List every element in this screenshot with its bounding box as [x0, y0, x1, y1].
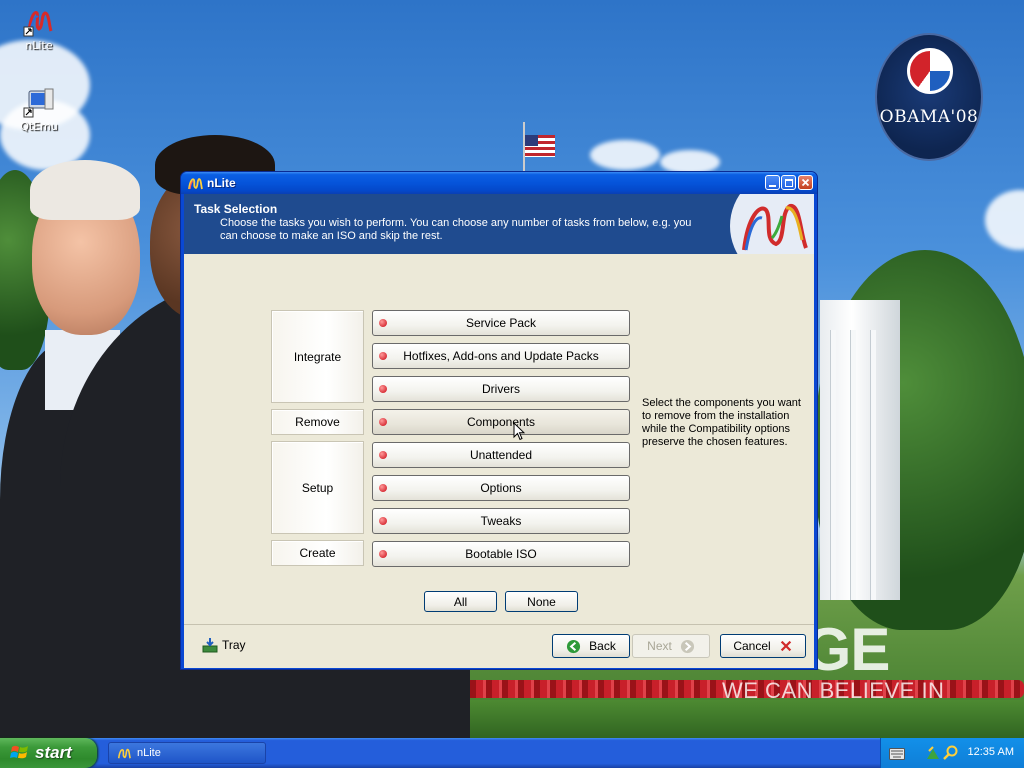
desktop-icon-qtemu[interactable]: QtEmu	[9, 86, 69, 133]
column	[830, 330, 836, 600]
task-drivers-button[interactable]: Drivers	[372, 376, 630, 402]
start-label: start	[35, 743, 72, 762]
window-titlebar[interactable]: nLite	[181, 172, 817, 194]
task-tweaks-button[interactable]: Tweaks	[372, 508, 630, 534]
task-status-dot-icon	[379, 484, 387, 492]
task-label: Tweaks	[480, 514, 522, 528]
cancel-label: Cancel	[733, 639, 771, 653]
logo-emblem	[907, 48, 953, 94]
task-options-button[interactable]: Options	[372, 475, 630, 501]
group-label: Setup	[301, 480, 334, 495]
us-flag-canton	[525, 135, 538, 146]
nlite-icon	[23, 11, 53, 37]
group-label: Create	[299, 546, 336, 560]
taskbar: start nLite 12:35 AM	[0, 738, 1024, 768]
logo-text: OBAMA'08	[879, 107, 979, 127]
page-description: Choose the tasks you wish to perform. Yo…	[220, 217, 692, 242]
maximize-icon	[785, 179, 793, 187]
task-status-dot-icon	[379, 550, 387, 558]
page-title: Task Selection	[194, 202, 278, 216]
task-service-pack-button[interactable]: Service Pack	[372, 310, 630, 336]
task-status-dot-icon	[379, 517, 387, 525]
task-components-button[interactable]: Components	[372, 409, 630, 441]
task-label: Bootable ISO	[465, 547, 537, 561]
desktop-icon-label: QtEmu	[20, 120, 58, 133]
minimize-icon	[769, 185, 776, 187]
task-label: Service Pack	[465, 316, 537, 330]
back-button[interactable]: Back	[552, 634, 630, 658]
task-unattended-button[interactable]: Unattended	[372, 442, 630, 468]
taskbar-item-label: nLite	[137, 747, 161, 759]
task-status-dot-icon	[379, 451, 387, 459]
group-create: Create	[271, 540, 364, 566]
tray-icon	[202, 638, 218, 653]
tray-button[interactable]: Tray	[202, 637, 246, 653]
task-status-dot-icon	[379, 385, 387, 393]
desktop-icon-label: nLite	[25, 39, 53, 52]
group-setup: Setup	[271, 441, 364, 534]
task-status-dot-icon	[379, 418, 387, 426]
person-left-hair	[30, 160, 140, 220]
task-bootable-iso-button[interactable]: Bootable ISO	[372, 541, 630, 567]
close-button[interactable]	[798, 175, 813, 190]
group-remove: Remove	[271, 409, 364, 435]
next-arrow-icon	[680, 639, 694, 653]
tray-label: Tray	[222, 638, 246, 652]
nlite-icon	[117, 748, 131, 759]
cancel-x-icon	[780, 640, 791, 652]
back-arrow-icon	[567, 639, 581, 653]
page-header: Task Selection Choose the tasks you wish…	[184, 194, 814, 254]
group-integrate: Integrate	[271, 310, 364, 403]
close-icon	[801, 178, 810, 187]
nlite-logo-icon	[730, 194, 814, 254]
select-all-button[interactable]: All	[424, 591, 497, 612]
select-none-button[interactable]: None	[505, 591, 578, 612]
group-label: Remove	[295, 415, 340, 429]
nlite-icon	[188, 178, 203, 190]
header-logo	[724, 194, 814, 254]
task-description: Select the components you want to remove…	[642, 397, 801, 448]
next-button[interactable]: Next	[632, 634, 710, 658]
task-status-dot-icon	[379, 352, 387, 360]
task-hotfixes-button[interactable]: Hotfixes, Add-ons and Update Packs	[372, 343, 630, 369]
start-button[interactable]: start	[0, 738, 97, 768]
qtemu-icon	[23, 88, 54, 118]
column	[870, 330, 876, 600]
network-icon[interactable]	[925, 745, 941, 761]
system-tray: 12:35 AM	[880, 738, 1024, 768]
desktop-icon-nlite[interactable]: nLite	[9, 5, 69, 52]
mouse-cursor-icon	[513, 422, 525, 441]
cloud	[590, 140, 660, 170]
window-title: nLite	[207, 176, 236, 190]
system-clock: 12:35 AM	[967, 746, 1014, 758]
search-icon[interactable]	[943, 745, 959, 761]
task-label: Hotfixes, Add-ons and Update Packs	[403, 349, 599, 363]
maximize-button[interactable]	[781, 175, 796, 190]
keyboard-icon[interactable]	[889, 748, 905, 760]
next-label: Next	[647, 639, 672, 653]
minimize-button[interactable]	[765, 175, 780, 190]
column	[850, 330, 856, 600]
task-label: Unattended	[469, 448, 533, 462]
task-selection-panel: Integrate Remove Setup Create Service Pa…	[184, 254, 814, 624]
task-label: Drivers	[482, 382, 520, 396]
cloud	[985, 190, 1024, 250]
group-label: Integrate	[293, 349, 342, 364]
back-label: Back	[589, 639, 616, 653]
window-client-area: Task Selection Choose the tasks you wish…	[184, 194, 814, 668]
windows-logo-icon	[10, 745, 28, 759]
obama-08-logo: OBAMA'08	[875, 33, 983, 161]
taskbar-item-nlite[interactable]: nLite	[108, 742, 266, 764]
nlite-window: nLite Task Selection Choose the tasks yo…	[180, 171, 818, 670]
wizard-footer: Tray Back Next Cancel	[184, 624, 814, 668]
task-status-dot-icon	[379, 319, 387, 327]
wallpaper-subslogan: WE CAN BELIEVE IN	[722, 678, 945, 703]
cancel-button[interactable]: Cancel	[720, 634, 806, 658]
task-label: Options	[480, 481, 522, 495]
